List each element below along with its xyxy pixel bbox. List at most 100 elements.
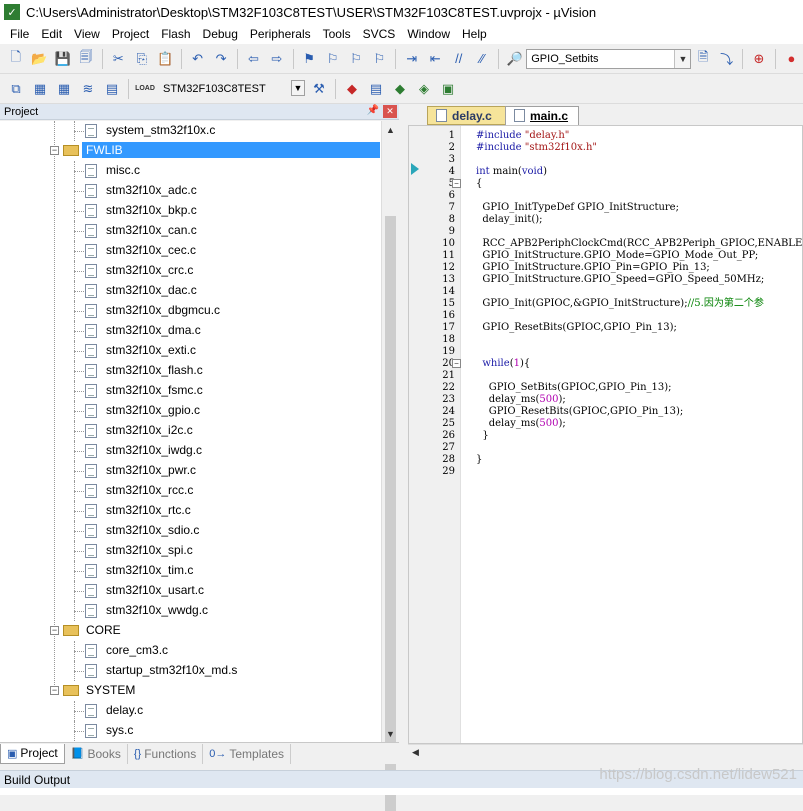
stop-build-icon[interactable]: ▤ [102,79,122,99]
breakpoint-icon[interactable]: ● [782,49,801,69]
incremental-find-icon[interactable]: ⤵ [717,49,736,69]
manage-components-icon[interactable]: ◆ [342,79,362,99]
batch-build-icon[interactable]: ≋ [78,79,98,99]
tree-file[interactable]: stm32f10x_i2c.c [0,421,381,441]
tree-file[interactable]: stm32f10x_exti.c [0,341,381,361]
chevron-down-icon[interactable]: ▼ [674,49,691,68]
tab-main-c[interactable]: main.c [505,106,579,125]
code-line[interactable]: delay_ms(500); [476,418,802,430]
code-line[interactable]: int main(void) [476,166,802,178]
find-icon[interactable]: 🗎 [693,49,712,69]
tree-file[interactable]: core_cm3.c [0,641,381,661]
unindent-icon[interactable]: ⇤ [426,49,445,69]
menu-item-edit[interactable]: Edit [35,24,68,44]
tree-file[interactable]: stm32f10x_dbgmcu.c [0,301,381,321]
code-line[interactable]: delay_init(); [476,214,802,226]
code-line[interactable] [476,370,802,382]
menu-item-view[interactable]: View [68,24,106,44]
code-line[interactable]: } [476,430,802,442]
open-file-icon[interactable]: 📂 [29,49,48,69]
code-line[interactable]: GPIO_SetBits(GPIOC,GPIO_Pin_13); [476,382,802,394]
tree-file[interactable]: stm32f10x_can.c [0,221,381,241]
code-line[interactable]: GPIO_InitStructure.GPIO_Speed=GPIO_Speed… [476,274,802,286]
tree-file[interactable]: delay.c [0,701,381,721]
tree-file[interactable]: sys.c [0,721,381,741]
collapse-icon[interactable]: − [50,686,59,695]
nav-back-icon[interactable]: ⇦ [244,49,263,69]
code-line[interactable]: GPIO_ResetBits(GPIOC,GPIO_Pin_13); [476,406,802,418]
tree-file[interactable]: stm32f10x_sdio.c [0,521,381,541]
tree-file[interactable]: stm32f10x_dma.c [0,321,381,341]
tree-file[interactable]: stm32f10x_fsmc.c [0,381,381,401]
code-line[interactable] [476,154,802,166]
code-line[interactable]: while(1){ [476,358,802,370]
indent-icon[interactable]: ⇥ [402,49,421,69]
run-time-environment-icon[interactable]: ▣ [438,79,458,99]
code-line[interactable]: GPIO_ResetBits(GPIOC,GPIO_Pin_13); [476,322,802,334]
scroll-left-icon[interactable]: ◀ [412,747,419,758]
tree-file[interactable]: system_stm32f10x.c [0,121,381,141]
tree-file[interactable]: stm32f10x_iwdg.c [0,441,381,461]
scroll-down-icon[interactable]: ▼ [382,725,399,742]
tree-file[interactable]: stm32f10x_wwdg.c [0,601,381,621]
code-line[interactable]: #include "stm32f10x.h" [476,142,802,154]
fold-icon[interactable]: − [452,359,461,368]
paste-icon[interactable]: 📋 [156,49,175,69]
target-combo[interactable]: STM32F103C8TEST ▼ [157,79,307,99]
menu-item-help[interactable]: Help [456,24,493,44]
tree-file[interactable]: startup_stm32f10x_md.s [0,661,381,681]
code-line[interactable]: } [476,454,802,466]
code-line[interactable] [476,466,802,478]
code-line[interactable]: #include "delay.h" [476,130,802,142]
new-file-icon[interactable]: 🗋 [6,49,25,69]
tree-file[interactable]: stm32f10x_adc.c [0,181,381,201]
tree-file[interactable]: stm32f10x_crc.c [0,261,381,281]
find-in-files-icon[interactable]: 🔎 [505,49,524,69]
menu-item-peripherals[interactable]: Peripherals [244,24,317,44]
code-line[interactable] [476,226,802,238]
pin-icon[interactable]: 📌 [367,105,379,116]
clear-bookmarks-icon[interactable]: ⚐ [370,49,389,69]
code-line[interactable] [476,310,802,322]
menu-item-project[interactable]: Project [106,24,155,44]
save-icon[interactable]: 💾 [53,49,72,69]
code-line[interactable] [476,346,802,358]
next-bookmark-icon[interactable]: ⚐ [346,49,365,69]
project-tree-scrollbar[interactable]: ▲ ▼ [381,121,399,811]
code-line[interactable]: GPIO_Init(GPIOC,&GPIO_InitStructure);//5… [476,298,802,310]
prev-bookmark-icon[interactable]: ⚐ [323,49,342,69]
undo-icon[interactable]: ↶ [188,49,207,69]
tree-file[interactable]: stm32f10x_pwr.c [0,461,381,481]
collapse-icon[interactable]: − [50,146,59,155]
menu-item-debug[interactable]: Debug [197,24,244,44]
code-editor[interactable]: 1234567891011121314151617181920212223242… [408,125,803,744]
code-line[interactable]: GPIO_InitStructure.GPIO_Pin=GPIO_Pin_13; [476,262,802,274]
load-icon[interactable]: LOAD [135,79,155,99]
close-icon[interactable]: ✕ [383,105,397,118]
tree-folder[interactable]: − FWLIB [0,141,381,161]
translate-icon[interactable]: ⧉ [6,79,26,99]
tab-functions[interactable]: {} Functions [128,743,204,764]
target-options-icon[interactable]: ⚒ [309,79,329,99]
tree-file[interactable]: stm32f10x_rcc.c [0,481,381,501]
save-all-icon[interactable]: 🗐 [76,49,95,69]
menu-item-file[interactable]: File [4,24,35,44]
tab-project[interactable]: ▣ Project [0,743,65,764]
fold-icon[interactable]: − [452,179,461,188]
tree-file[interactable]: stm32f10x_tim.c [0,561,381,581]
nav-forward-icon[interactable]: ⇨ [267,49,286,69]
tab-books[interactable]: 📘 Books [65,743,128,764]
code-line[interactable] [476,334,802,346]
menu-item-svcs[interactable]: SVCS [357,24,402,44]
tree-folder[interactable]: − CORE [0,621,381,641]
chevron-down-icon[interactable]: ▼ [291,79,305,96]
rebuild-icon[interactable]: ▦ [54,79,74,99]
build-icon[interactable]: ▦ [30,79,50,99]
menu-item-window[interactable]: Window [401,24,456,44]
tree-folder[interactable]: − SYSTEM [0,681,381,701]
code-line[interactable] [476,286,802,298]
scrollbar-thumb[interactable] [385,216,396,811]
comment-icon[interactable]: // [449,49,468,69]
redo-icon[interactable]: ↷ [211,49,230,69]
code-area[interactable]: #include "delay.h" #include "stm32f10x.h"… [462,126,802,743]
